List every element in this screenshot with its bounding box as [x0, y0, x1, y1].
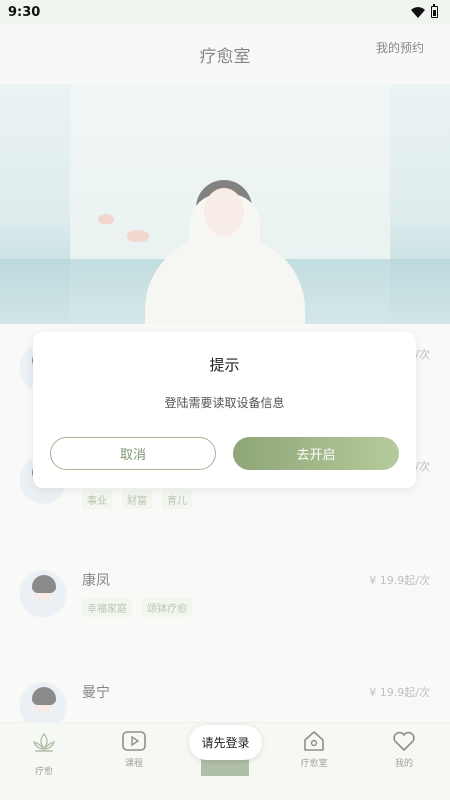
battery-icon	[431, 4, 438, 18]
login-toast: 请先登录	[189, 725, 262, 760]
cancel-button[interactable]: 取消	[50, 437, 216, 470]
dialog-title: 提示	[209, 356, 240, 374]
status-icons	[411, 4, 438, 18]
wifi-icon	[411, 6, 425, 18]
enable-button[interactable]: 去开启	[233, 437, 399, 470]
dialog-message: 登陆需要读取设备信息	[164, 396, 285, 410]
permission-dialog: 提示 登陆需要读取设备信息 取消 去开启	[33, 332, 416, 488]
status-bar: 9:30	[0, 0, 450, 24]
status-time: 9:30	[8, 4, 41, 20]
